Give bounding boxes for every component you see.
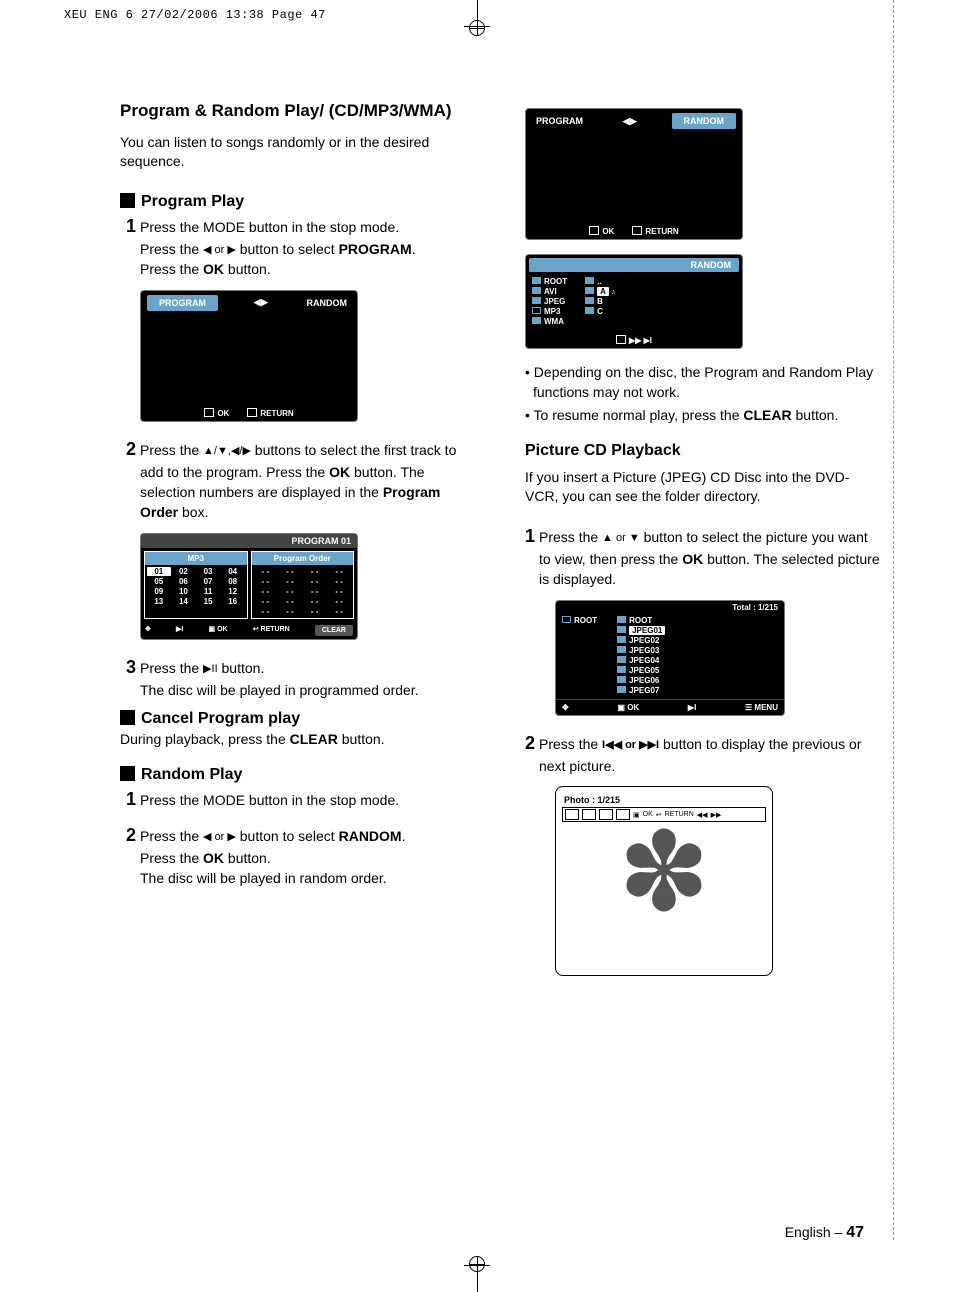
cancel-text: During playback, press the CLEAR button. — [120, 730, 475, 750]
intro-text: You can listen to songs randomly or in t… — [120, 133, 475, 171]
page-title: Program & Random Play/ (CD/MP3/WMA) — [120, 100, 475, 121]
random-step-1: 1Press the MODE button in the stop mode. — [140, 786, 475, 812]
section-random-play: Random Play — [120, 766, 475, 784]
square-icon — [120, 193, 135, 208]
osd-return-label: RETURN — [632, 226, 678, 236]
step-3: 3Press the ▶II button. The disc will be … — [140, 654, 475, 700]
osd-return-label: ↩ RETURN — [253, 625, 290, 636]
total-count: Total : 1/215 — [556, 601, 784, 614]
registration-mark — [469, 20, 485, 36]
osd-program-order: PROGRAM 01 MP3 01020304 05060708 0910111… — [140, 533, 358, 640]
osd-ok-label: ▣ OK — [209, 625, 228, 636]
pane-header-mp3: MP3 — [145, 552, 247, 565]
left-right-arrow-icon: ◀ or ▶ — [203, 831, 236, 843]
folder-icon — [532, 297, 541, 304]
tab-random: RANDOM — [303, 295, 352, 311]
osd-file-browser: RANDOM ROOT AVI JPEG MP3 WMA .. A ♪ B C … — [525, 254, 743, 349]
print-header: XEU ENG 6 27/02/2006 13:38 Page 47 — [64, 8, 326, 22]
order-grid: - -- -- -- - - -- -- -- - - -- -- -- - -… — [252, 565, 354, 618]
up-down-arrow-icon: ▲ or ▼ — [602, 532, 640, 544]
photo-preview: Photo : 1/215 ▣OK ↩RETURN ◀◀▶▶ ✽ — [555, 786, 773, 976]
osd-jpeg-browser: Total : 1/215 ROOT ROOT JPEG01 JPEG02 JP… — [555, 600, 785, 716]
osd-ok-label: ▣ OK — [617, 703, 639, 712]
file-icon — [617, 656, 626, 663]
note-2: To resume normal play, press the CLEAR b… — [533, 406, 880, 426]
tab-program: PROGRAM — [147, 295, 218, 311]
file-icon — [617, 686, 626, 693]
left-right-arrow-icon: ◀ ▶ — [623, 116, 636, 127]
osd-menu-label: ☰ MENU — [745, 703, 778, 712]
picture-step-2: 2Press the I◀◀ or ▶▶I button to display … — [539, 730, 880, 776]
dpad-arrows-icon: ▲/▼,◀/▶ — [203, 445, 251, 457]
note-1: Depending on the disc, the Program and R… — [533, 363, 880, 402]
play-pause-icon: ▶II — [203, 663, 218, 675]
section-picture-cd: Picture CD Playback — [525, 442, 880, 460]
osd-ok-label: OK — [204, 408, 229, 418]
left-right-arrow-icon: ◀ or ▶ — [203, 244, 236, 256]
left-right-arrow-icon: ◀ ▶ — [254, 297, 267, 308]
osd-random-header: RANDOM — [529, 258, 739, 272]
folder-icon — [585, 277, 594, 284]
step-1: 1Press the MODE button in the stop mode.… — [140, 213, 475, 280]
folder-up-icon — [532, 307, 541, 314]
osd-title: PROGRAM 01 — [141, 534, 357, 548]
page-footer: English – 47 — [785, 1224, 864, 1242]
folder-icon — [617, 616, 626, 623]
osd-return-label: RETURN — [247, 408, 293, 418]
registration-mark — [469, 1256, 485, 1272]
trim-line — [893, 0, 894, 1240]
section-program-play: Program Play — [120, 193, 475, 211]
play-icon: ▶I — [688, 703, 696, 712]
picture-step-1: 1Press the ▲ or ▼ button to select the p… — [539, 523, 880, 590]
file-icon — [585, 297, 594, 304]
file-icon — [617, 626, 626, 633]
play-icon: ▶I — [176, 625, 183, 636]
file-icon — [585, 307, 594, 314]
file-icon — [617, 646, 626, 653]
section-cancel-program: Cancel Program play — [120, 710, 475, 728]
folder-icon — [532, 277, 541, 284]
prev-next-icon: I◀◀ or ▶▶I — [602, 739, 659, 751]
track-grid: 01020304 05060708 09101112 13141516 — [145, 565, 247, 608]
folder-icon — [532, 317, 541, 324]
clear-button: CLEAR — [315, 625, 353, 636]
osd-program-random: PROGRAM ◀ ▶ RANDOM OK RETURN — [140, 290, 358, 422]
picture-cd-intro: If you insert a Picture (JPEG) CD Disc i… — [525, 468, 880, 507]
folder-up-icon — [562, 616, 571, 623]
file-icon — [617, 636, 626, 643]
jpeg-list: ROOT JPEG01 JPEG02 JPEG03 JPEG04 JPEG05 … — [617, 616, 665, 695]
square-icon — [120, 766, 135, 781]
photo-image: ✽ — [562, 818, 766, 928]
pane-header-order: Program Order — [252, 552, 354, 565]
step-2: 2Press the ▲/▼,◀/▶ buttons to select the… — [140, 436, 475, 523]
photo-counter: Photo : 1/215 — [562, 793, 766, 807]
file-icon — [585, 287, 594, 294]
tab-random: RANDOM — [672, 113, 737, 129]
ff-icon: ▶▶ ▶I — [616, 335, 652, 345]
square-icon — [120, 710, 135, 725]
folder-icon — [532, 287, 541, 294]
nav-icon: ✥ — [562, 703, 569, 712]
file-icon — [617, 676, 626, 683]
folder-list: ROOT AVI JPEG MP3 WMA — [532, 277, 567, 326]
osd-ok-label: OK — [589, 226, 614, 236]
nav-icon: ✥ — [145, 625, 151, 636]
osd-program-random-2: PROGRAM ◀ ▶ RANDOM OK RETURN — [525, 108, 743, 240]
random-step-2: 2Press the ◀ or ▶ button to select RANDO… — [140, 822, 475, 889]
file-list: .. A ♪ B C — [585, 277, 615, 326]
file-icon — [617, 666, 626, 673]
tab-program: PROGRAM — [532, 113, 587, 129]
